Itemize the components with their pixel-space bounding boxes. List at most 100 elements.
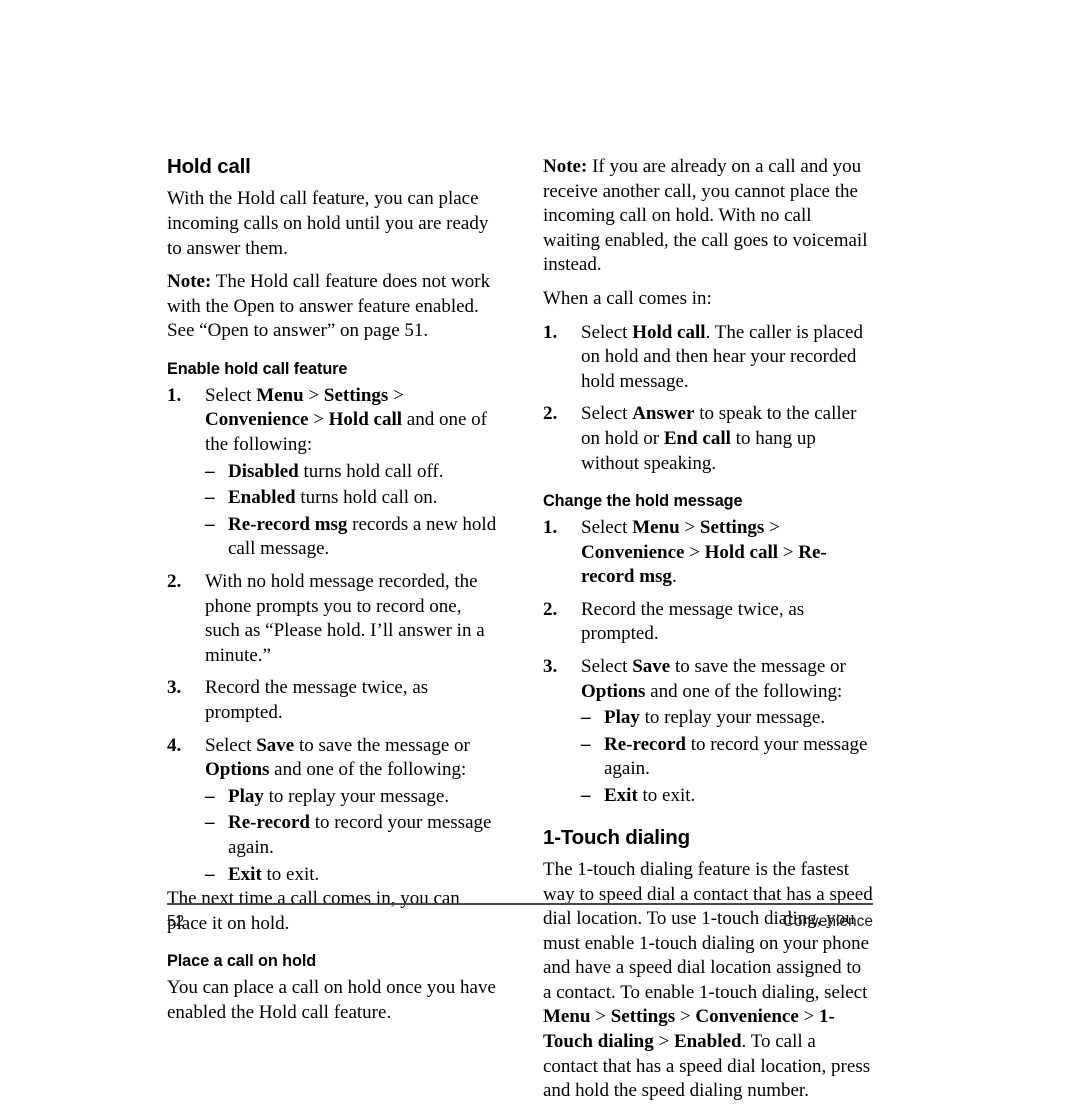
- step-number: 1.: [543, 321, 558, 343]
- menu-path-token: Convenience: [695, 1006, 799, 1028]
- menu-path-separator: >: [679, 517, 700, 539]
- step-prefix: Select: [205, 734, 257, 756]
- menu-path-token: Settings: [699, 517, 765, 539]
- option-description: to exit.: [261, 863, 320, 885]
- step-text: Select Save to save the message or Optio…: [205, 735, 470, 781]
- option-term: Exit: [604, 784, 638, 806]
- option-term: Re-record: [228, 812, 310, 834]
- menu-path-token: Options: [581, 680, 646, 702]
- dash-bullet-icon: –: [205, 487, 215, 509]
- option-description: to replay your message.: [263, 785, 450, 807]
- option-term: Disabled: [228, 460, 299, 482]
- menu-path-separator: >: [675, 1006, 696, 1028]
- subheading-change-the-hold-message: Change the hold message: [543, 492, 743, 511]
- step-suffix: and one of the following:: [645, 680, 843, 702]
- step-item: 1. Select Hold call. The caller is place…: [543, 321, 873, 395]
- step-prefix: Select: [205, 384, 257, 406]
- menu-path-token: Options: [205, 759, 270, 781]
- footer-divider: [167, 903, 873, 905]
- menu-path-token: Hold call: [632, 321, 706, 343]
- enable-hold-call-steps: 1. Select Menu > Settings > Convenience …: [167, 384, 497, 887]
- sub-option-item: – Exit to exit.: [205, 863, 497, 888]
- sub-option-item: – Enabled turns hold call on.: [205, 486, 497, 511]
- menu-path-token: Menu: [543, 1006, 591, 1028]
- step-prefix: Select: [581, 655, 633, 677]
- option-description: turns hold call on.: [295, 487, 438, 509]
- option-term: Enabled: [228, 487, 296, 509]
- option-term: Re-record: [604, 733, 686, 755]
- page-content: Hold call With the Hold call feature, yo…: [167, 155, 873, 1101]
- option-term: Re-record msg: [228, 513, 348, 535]
- step-text: Select Hold call. The caller is placed o…: [581, 322, 863, 392]
- menu-path-token: Answer: [632, 403, 695, 425]
- place-call-paragraph: You can place a call on hold once you ha…: [167, 977, 496, 1023]
- dash-bullet-icon: –: [205, 863, 215, 885]
- step-text: With no hold message recorded, the phone…: [205, 570, 485, 666]
- step-sub-options: – Play to replay your message. – Re-reco…: [581, 706, 873, 808]
- menu-path-token: Settings: [323, 384, 389, 406]
- step-mid: to save the message or: [670, 655, 846, 677]
- left-column: Hold call With the Hold call feature, yo…: [167, 155, 497, 1025]
- menu-path-separator: >: [684, 541, 705, 563]
- menu-path-separator: >: [590, 1006, 611, 1028]
- step-sub-options: – Disabled turns hold call off. – Enable…: [205, 460, 497, 562]
- page-footer: 52 Convenience: [167, 903, 873, 931]
- step-prefix: Select: [581, 403, 633, 425]
- menu-path-separator: >: [308, 409, 329, 431]
- section-heading-1-touch-dialing: 1-Touch dialing: [543, 825, 690, 849]
- two-column-layout: Hold call With the Hold call feature, yo…: [167, 155, 873, 1104]
- menu-path-separator: >: [764, 517, 780, 539]
- page-number: 52: [167, 912, 185, 930]
- when-call-comes-in-leadin: When a call comes in:: [543, 287, 712, 309]
- section-heading-hold-call: Hold call: [167, 155, 251, 178]
- subheading-place-a-call-on-hold: Place a call on hold: [167, 952, 317, 971]
- sub-option-item: – Exit to exit.: [581, 784, 873, 809]
- menu-path-separator: >: [303, 384, 324, 406]
- note-label: Note:: [543, 156, 588, 177]
- step-text: Record the message twice, as prompted.: [581, 598, 805, 645]
- option-description: turns hold call off.: [298, 460, 444, 482]
- step-number: 3.: [543, 655, 558, 677]
- sub-option-item: – Re-record to record your message again…: [205, 811, 497, 860]
- sub-option-item: – Play to replay your message.: [581, 706, 873, 731]
- incoming-call-note-paragraph: Note: If you are already on a call and y…: [543, 155, 873, 278]
- sub-option-item: – Re-record msg records a new hold call …: [205, 513, 497, 562]
- dash-bullet-icon: –: [205, 785, 215, 807]
- menu-path-token: Save: [632, 655, 671, 677]
- option-description: to exit.: [637, 784, 696, 806]
- option-description: to replay your message.: [639, 707, 826, 729]
- step-number: 2.: [167, 570, 182, 592]
- touch-dialing-text-part1: The 1-touch dialing feature is the faste…: [543, 858, 873, 1003]
- option-term: Play: [604, 707, 640, 729]
- step-item: 2. Record the message twice, as prompted…: [543, 598, 873, 647]
- manual-page: Hold call With the Hold call feature, yo…: [0, 0, 1080, 1101]
- menu-path-token: Convenience: [581, 541, 685, 563]
- menu-path-separator: >: [388, 384, 404, 406]
- footer-row: 52 Convenience: [167, 913, 873, 931]
- option-term: Play: [228, 785, 264, 807]
- menu-path-separator: >: [798, 1006, 819, 1028]
- step-text: Select Save to save the message or Optio…: [581, 656, 846, 702]
- chapter-name: Convenience: [782, 912, 873, 930]
- menu-path-token: Menu: [256, 384, 304, 406]
- step-number: 1.: [167, 384, 182, 406]
- step-prefix: Select: [581, 321, 633, 343]
- step-text: Record the message twice, as prompted.: [205, 677, 429, 723]
- dash-bullet-icon: –: [205, 513, 215, 535]
- sub-option-item: – Play to replay your message.: [205, 785, 497, 810]
- step-suffix: .: [671, 566, 677, 588]
- incoming-call-steps: 1. Select Hold call. The caller is place…: [543, 321, 873, 477]
- note-label: Note:: [167, 271, 212, 293]
- hold-call-intro-paragraph: With the Hold call feature, you can plac…: [167, 188, 489, 259]
- dash-bullet-icon: –: [581, 784, 591, 806]
- step-item: 2. With no hold message recorded, the ph…: [167, 570, 497, 668]
- menu-path-token: Save: [256, 734, 295, 756]
- step-text: Select Menu > Settings > Convenience > H…: [581, 517, 827, 587]
- step-sub-options: – Play to replay your message. – Re-reco…: [205, 785, 497, 887]
- menu-path-separator: >: [653, 1031, 674, 1053]
- step-item: 4. Select Save to save the message or Op…: [167, 734, 497, 888]
- note-text: If you are already on a call and you rec…: [543, 156, 868, 276]
- note-text: The Hold call feature does not work with…: [167, 271, 491, 342]
- menu-path-token: Enabled: [673, 1031, 742, 1053]
- step-mid: to save the message or: [294, 734, 470, 756]
